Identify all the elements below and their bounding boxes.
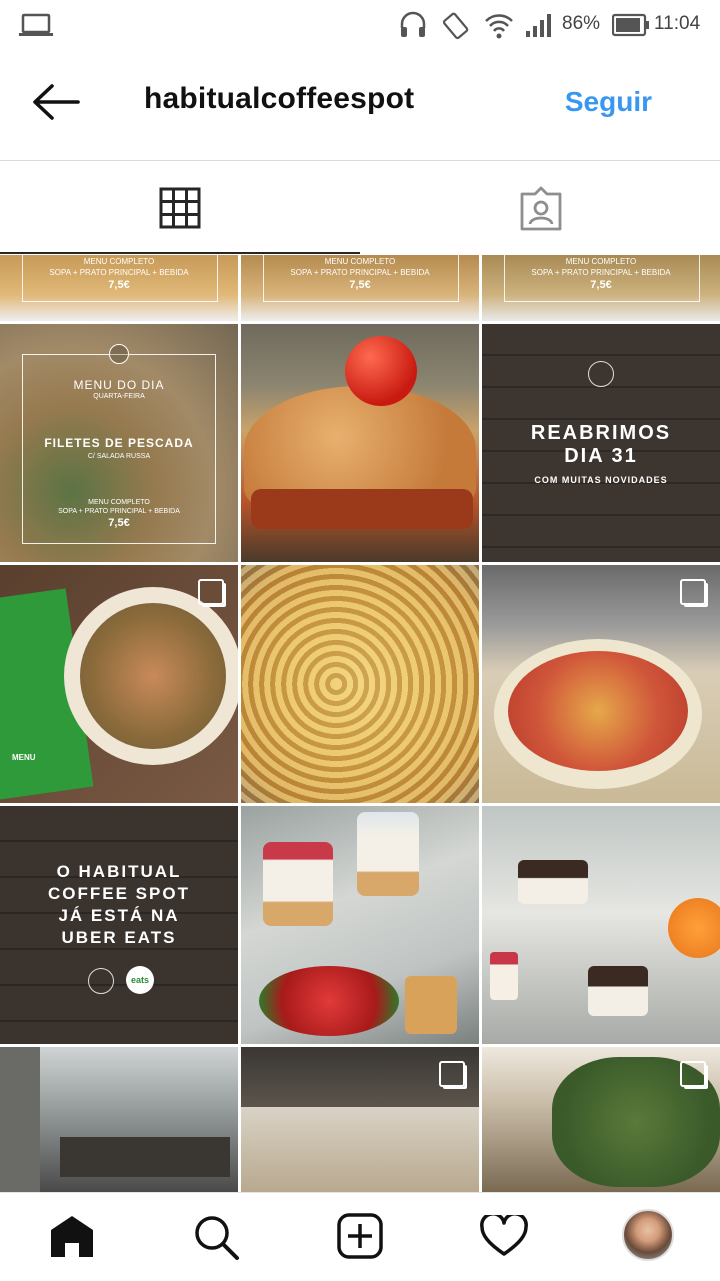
post-text: QUARTA-FEIRA [93, 393, 145, 400]
post-menu-partial-2[interactable]: MENU COMPLETO SOPA + PRATO PRINCIPAL + B… [241, 255, 479, 321]
post-price: 7,5€ [108, 517, 130, 529]
post-price: 7,5€ [590, 279, 612, 291]
post-text: MENU [12, 753, 36, 762]
status-bar: 86% 11:04 [0, 0, 720, 50]
post-text: SOPA + PRATO PRINCIPAL + BEBIDA [531, 268, 671, 277]
tab-tagged[interactable] [360, 160, 720, 254]
laptop-icon [19, 13, 53, 36]
heart-icon[interactable] [480, 1215, 528, 1257]
post-menu-partial-1[interactable]: MENU COMPLETO SOPA + PRATO PRINCIPAL + B… [0, 255, 238, 321]
multiple-posts-icon [680, 1061, 706, 1087]
grid-icon [159, 187, 201, 229]
post-text: COFFEE SPOT [48, 884, 190, 903]
logo-icon [109, 344, 129, 364]
bottom-nav [0, 1192, 720, 1281]
logo-icon [88, 968, 114, 994]
post-text: UBER EATS [61, 928, 177, 947]
follow-button[interactable]: Seguir [565, 86, 652, 118]
post-text: O HABITUAL [56, 862, 182, 881]
post-text: MENU DO DIA [73, 378, 165, 392]
post-text: C/ SALADA RUSSA [87, 453, 151, 460]
wifi-icon [485, 14, 513, 39]
rotate-icon [442, 12, 469, 40]
post-text: MENU COMPLETO [324, 257, 396, 266]
multiple-posts-icon [439, 1061, 465, 1087]
post-menu-partial-3[interactable]: MENU COMPLETO SOPA + PRATO PRINCIPAL + B… [482, 255, 720, 321]
post-text: MENU COMPLETO [88, 499, 150, 506]
post-desserts-2[interactable] [482, 806, 720, 1044]
signal-icon [526, 14, 551, 37]
post-text: SOPA + PRATO PRINCIPAL + BEBIDA [58, 508, 180, 515]
post-salad-salmon[interactable]: MENU [0, 565, 238, 803]
post-text: COM MUITAS NOVIDADES [534, 475, 668, 485]
post-text: SOPA + PRATO PRINCIPAL + BEBIDA [290, 268, 430, 277]
search-icon[interactable] [192, 1213, 240, 1261]
post-restaurant-1[interactable] [0, 1047, 238, 1192]
post-restaurant-2[interactable] [241, 1047, 479, 1192]
profile-header: habitualcoffeespot Seguir [0, 50, 720, 161]
post-restaurant-3[interactable] [482, 1047, 720, 1192]
logo-icon [588, 361, 614, 387]
profile-avatar[interactable] [622, 1209, 674, 1261]
profile-username: habitualcoffeespot [144, 82, 415, 115]
post-salad-tomato[interactable] [482, 565, 720, 803]
clock: 11:04 [654, 13, 701, 34]
battery-icon [612, 13, 649, 37]
post-fusilli[interactable] [241, 565, 479, 803]
post-uber-eats[interactable]: O HABITUAL COFFEE SPOT JÁ ESTÁ NA UBER E… [0, 806, 238, 1044]
post-price: 7,5€ [108, 279, 130, 291]
post-text: DIA 31 [564, 445, 638, 467]
profile-tabs [0, 160, 720, 254]
post-reabrimos[interactable]: REABRIMOS DIA 31 COM MUITAS NOVIDADES [482, 324, 720, 562]
post-text: MENU COMPLETO [83, 257, 155, 266]
post-burger[interactable] [241, 324, 479, 562]
multiple-posts-icon [680, 579, 706, 605]
headphones-icon [400, 11, 426, 37]
post-text: MENU COMPLETO [565, 257, 637, 266]
battery-percent: 86% [562, 13, 601, 34]
post-desserts-1[interactable] [241, 806, 479, 1044]
post-text: JÁ ESTÁ NA [58, 906, 180, 925]
post-text: FILETES DE PESCADA [44, 436, 194, 450]
post-text: REABRIMOS [530, 422, 672, 444]
multiple-posts-icon [198, 579, 224, 605]
add-icon[interactable] [337, 1213, 383, 1259]
tagged-icon [520, 186, 562, 231]
uber-eats-badge: eats [126, 966, 154, 994]
post-price: 7,5€ [349, 279, 371, 291]
post-menu-do-dia[interactable]: MENU DO DIA QUARTA-FEIRA FILETES DE PESC… [0, 324, 238, 562]
post-grid: MENU COMPLETO SOPA + PRATO PRINCIPAL + B… [0, 255, 720, 1192]
home-icon[interactable] [48, 1213, 96, 1259]
tab-grid[interactable] [0, 160, 360, 254]
post-text: SOPA + PRATO PRINCIPAL + BEBIDA [49, 268, 189, 277]
back-arrow-icon[interactable] [30, 82, 82, 122]
